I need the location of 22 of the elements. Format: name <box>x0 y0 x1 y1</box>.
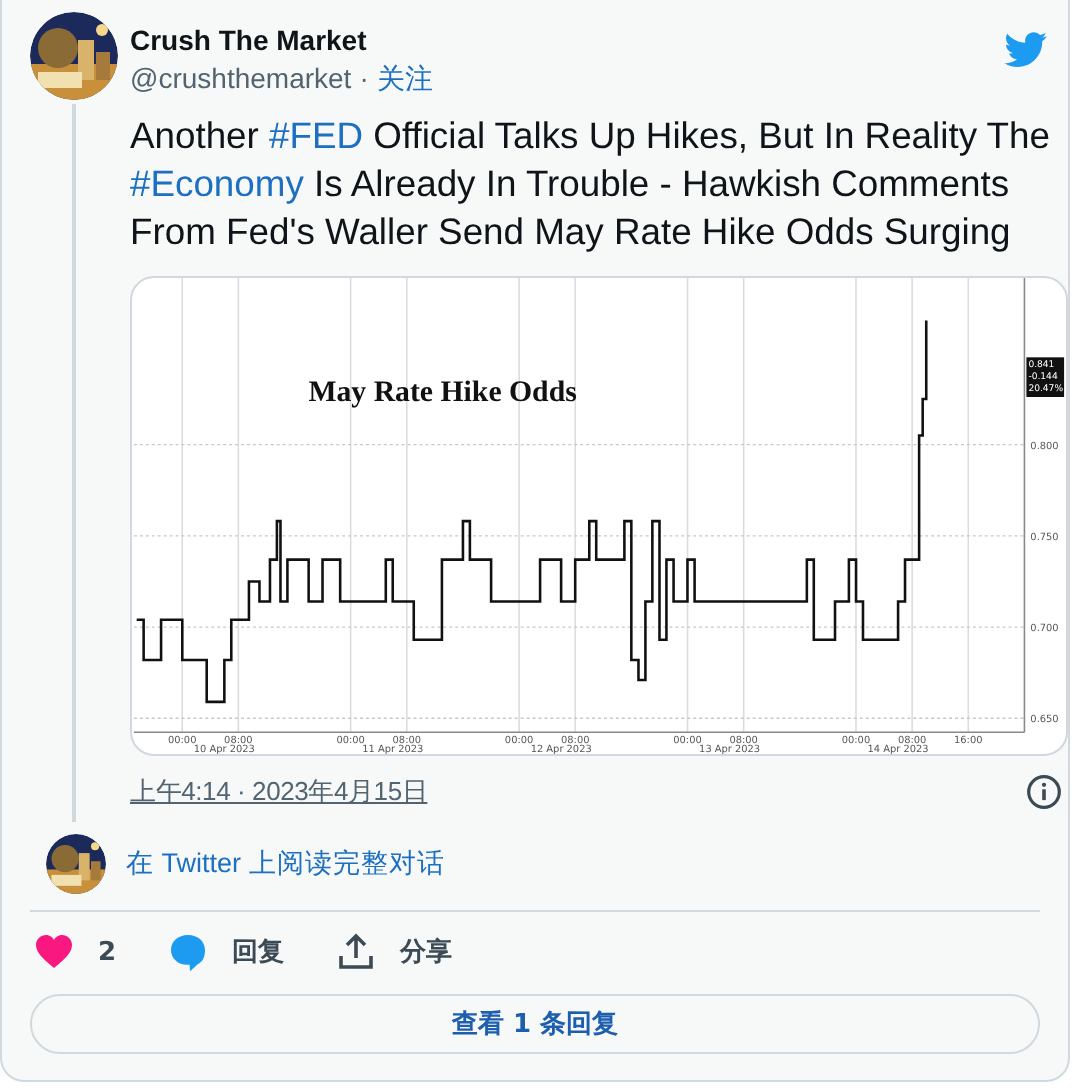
share-button[interactable]: 分享 <box>336 932 453 972</box>
share-icon <box>336 932 377 972</box>
tweet-text: Another #FED Official Talks Up Hikes, But In Reality The #Economy Is Already In Trouble - Hawkish Comments From Fed's Waller Send May Rate Hike Odds Surging <box>130 112 1052 256</box>
author-handle[interactable]: @crushthemarket <box>130 62 352 98</box>
action-label: 分享 <box>400 935 453 970</box>
hashtag-link[interactable]: #Economy <box>130 162 304 204</box>
view-replies-button[interactable]: 查看 1 条回复 <box>30 994 1040 1054</box>
reply-button[interactable]: 回复 <box>168 932 285 972</box>
hashtag-link[interactable]: #FED <box>269 114 364 156</box>
follow-link[interactable]: 关注 <box>376 62 433 98</box>
heart-icon <box>34 932 74 972</box>
chart-title: May Rate Hike Odds <box>308 376 577 409</box>
conversation-link[interactable]: 在 Twitter 上阅读完整对话 <box>126 846 445 882</box>
action-label: 回复 <box>232 936 285 970</box>
timestamp-link[interactable]: 上午4:14 · 2023年4月15日 <box>130 774 428 810</box>
like-button[interactable]: 2 <box>34 932 117 972</box>
info-icon[interactable] <box>1026 774 1062 810</box>
bird-icon[interactable] <box>1004 32 1048 68</box>
separator-dot: · <box>359 62 369 98</box>
speech-bubble-icon <box>168 932 209 972</box>
author-name[interactable]: Crush The Market <box>130 24 992 56</box>
like-count: 2 <box>98 937 117 967</box>
